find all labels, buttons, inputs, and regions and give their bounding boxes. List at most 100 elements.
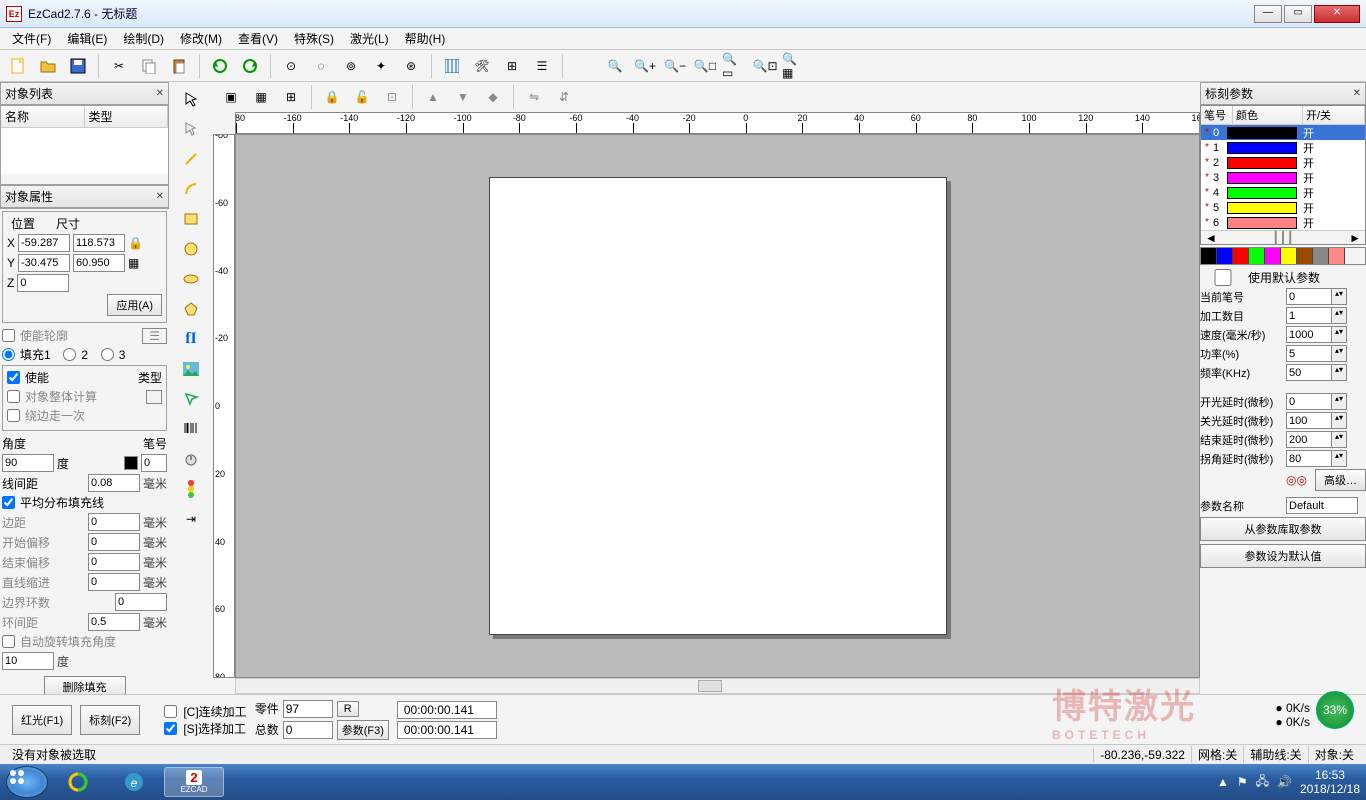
zoom-in-icon[interactable]: 🔍+ — [631, 52, 659, 80]
total-input[interactable] — [283, 721, 333, 739]
tray-net-icon[interactable]: 🖧 — [1256, 772, 1269, 793]
pen-row[interactable]: *0开 — [1201, 125, 1365, 140]
zoom-out-icon[interactable]: 🔍− — [661, 52, 689, 80]
menu-help[interactable]: 帮助(H) — [397, 28, 454, 49]
palette-swatch[interactable] — [1313, 248, 1329, 264]
zoom-icon[interactable]: 🔍 — [601, 52, 629, 80]
redo-button[interactable] — [236, 52, 264, 80]
advanced-button[interactable]: 高级… — [1315, 469, 1366, 491]
props-close-icon[interactable]: ✕ — [156, 191, 164, 202]
io-tool[interactable]: ⇥ — [177, 505, 205, 533]
node1-icon[interactable]: ⊙ — [277, 52, 305, 80]
set-default-button[interactable]: 参数设为默认值 — [1200, 544, 1366, 568]
menu-edit[interactable]: 编辑(E) — [59, 28, 115, 49]
mark-button[interactable]: 标刻(F2) — [80, 705, 140, 735]
calc-icon[interactable]: ⊞ — [498, 52, 526, 80]
paste-button[interactable] — [165, 52, 193, 80]
del-fill-button[interactable]: 删除填充 — [44, 676, 126, 694]
outline-opts-icon[interactable]: ☰ — [142, 328, 167, 344]
zoom-all-icon[interactable]: 🔍⊡ — [751, 52, 779, 80]
enable-check[interactable] — [7, 371, 20, 384]
new-button[interactable] — [4, 52, 32, 80]
avg-check[interactable] — [2, 496, 15, 509]
parts-input[interactable] — [283, 700, 333, 718]
polygon-tool[interactable] — [177, 295, 205, 323]
palette-swatch[interactable] — [1329, 248, 1345, 264]
pen-swatch[interactable] — [124, 456, 138, 470]
close-button[interactable]: ✕ — [1314, 5, 1360, 23]
open-button[interactable] — [34, 52, 62, 80]
param-button[interactable]: 参数(F3) — [337, 720, 389, 740]
red-button[interactable]: 红光(F1) — [12, 705, 72, 735]
scrollbar-h[interactable] — [235, 678, 1200, 694]
timer-tool[interactable] — [177, 445, 205, 473]
pen-row[interactable]: *2开 — [1201, 155, 1365, 170]
list-icon[interactable]: ☰ — [528, 52, 556, 80]
pen-row[interactable]: *6开 — [1201, 215, 1365, 230]
corner-input[interactable] — [1286, 450, 1332, 467]
vector-tool[interactable] — [177, 385, 205, 413]
barcode-tool[interactable] — [177, 415, 205, 443]
object-list[interactable]: 名称类型 — [0, 105, 169, 185]
pen-table[interactable]: 笔号颜色开/关 *0开*1开*2开*3开*4开*5开*6开 ◄┃┃┃► — [1200, 105, 1366, 245]
maximize-button[interactable]: ▭ — [1284, 5, 1312, 23]
grid-icon[interactable]: ▦ — [128, 256, 139, 270]
palette-swatch[interactable] — [1233, 248, 1249, 264]
freq-input[interactable] — [1286, 364, 1332, 381]
pen-row[interactable]: *1开 — [1201, 140, 1365, 155]
task-ezcad[interactable]: 2EZCAD — [164, 767, 224, 797]
tray-vol-icon[interactable]: 🔊 — [1277, 775, 1292, 789]
r-button[interactable]: R — [337, 701, 359, 717]
canvas[interactable] — [235, 134, 1200, 678]
group2-icon[interactable]: ▦ — [247, 84, 275, 110]
pointer-tool[interactable] — [177, 85, 205, 113]
text-tool[interactable]: fI — [177, 325, 205, 353]
speed-input[interactable] — [1286, 326, 1332, 343]
palette-swatch[interactable] — [1297, 248, 1313, 264]
x-input[interactable] — [18, 234, 70, 252]
rect-tool[interactable] — [177, 205, 205, 233]
menu-modify[interactable]: 修改(M) — [172, 28, 230, 49]
hatch-type-icon[interactable] — [146, 390, 162, 404]
on-delay-input[interactable] — [1286, 393, 1332, 410]
zoom-sel-icon[interactable]: 🔍▭ — [721, 52, 749, 80]
circle-tool[interactable] — [177, 235, 205, 263]
tray-icon[interactable]: ▲ — [1217, 775, 1229, 789]
node-tool[interactable] — [177, 115, 205, 143]
pen-row[interactable]: *3开 — [1201, 170, 1365, 185]
node3-icon[interactable]: ⊚ — [337, 52, 365, 80]
from-lib-button[interactable]: 从参数库取参数 — [1200, 517, 1366, 541]
line-tool[interactable] — [177, 145, 205, 173]
palette-swatch[interactable] — [1265, 248, 1281, 264]
end-delay-input[interactable] — [1286, 431, 1332, 448]
tools-icon[interactable]: 🛠 — [468, 52, 496, 80]
cur-pen-input[interactable] — [1286, 288, 1332, 305]
image-tool[interactable] — [177, 355, 205, 383]
ldist-input[interactable] — [88, 474, 140, 492]
palette-swatch[interactable] — [1281, 248, 1297, 264]
undo-button[interactable] — [206, 52, 234, 80]
group3-icon[interactable]: ⊞ — [277, 84, 305, 110]
cont-check[interactable] — [164, 705, 177, 718]
palette-swatch[interactable] — [1217, 248, 1233, 264]
zoom-page-icon[interactable]: 🔍▦ — [781, 52, 809, 80]
power-input[interactable] — [1286, 345, 1332, 362]
curve-tool[interactable] — [177, 175, 205, 203]
y-input[interactable] — [18, 254, 70, 272]
rings-icon[interactable]: ◎◎ — [1286, 473, 1307, 487]
copy-button[interactable] — [135, 52, 163, 80]
group1-icon[interactable]: ▣ — [217, 84, 245, 110]
tray-flag-icon[interactable]: ⚑ — [1237, 775, 1248, 789]
cut-button[interactable]: ✂ — [105, 52, 133, 80]
light-tool[interactable] — [177, 475, 205, 503]
mark-close-icon[interactable]: ✕ — [1353, 88, 1361, 99]
minimize-button[interactable]: — — [1254, 5, 1282, 23]
angle-input[interactable] — [2, 454, 54, 472]
objlist-close-icon[interactable]: ✕ — [156, 88, 164, 99]
zoom-fit-icon[interactable]: 🔍□ — [691, 52, 719, 80]
off-delay-input[interactable] — [1286, 412, 1332, 429]
h-input[interactable] — [73, 254, 125, 272]
ellipse-tool[interactable] — [177, 265, 205, 293]
count-input[interactable] — [1286, 307, 1332, 324]
outline-check[interactable] — [2, 329, 15, 342]
